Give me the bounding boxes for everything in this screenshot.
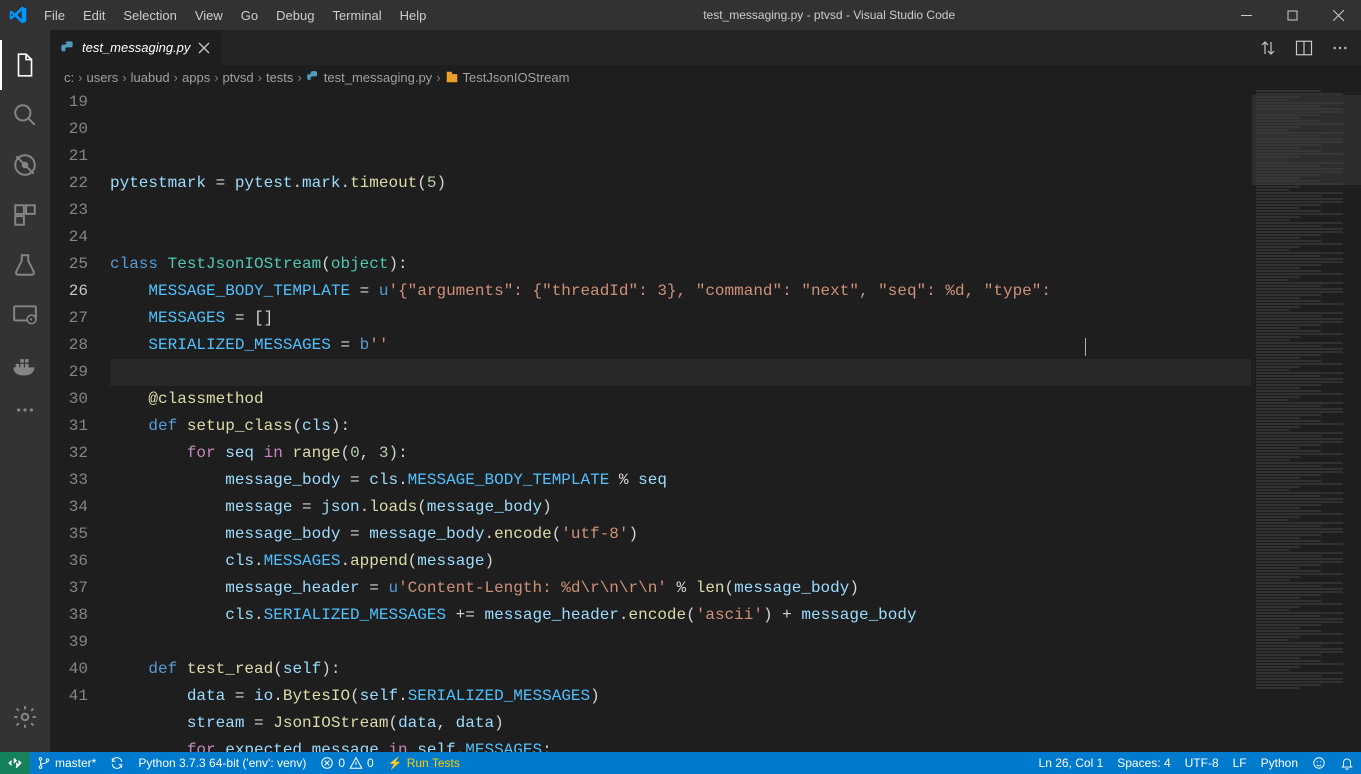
extensions-icon[interactable] <box>0 190 50 240</box>
more-actions-icon[interactable] <box>1331 39 1349 57</box>
menu-file[interactable]: File <box>35 0 74 30</box>
split-editor-icon[interactable] <box>1295 39 1313 57</box>
code-line[interactable]: MESSAGE_BODY_TEMPLATE = u'{"arguments": … <box>110 278 1251 305</box>
line-number-gutter: 1920212223242526272829303132333435363738… <box>50 89 110 752</box>
app-logo <box>0 6 35 24</box>
settings-icon[interactable] <box>0 692 50 742</box>
code-line[interactable]: stream = JsonIOStream(data, data) <box>110 710 1251 737</box>
test-icon[interactable] <box>0 240 50 290</box>
more-icon[interactable] <box>0 390 50 430</box>
code-line[interactable]: class TestJsonIOStream(object): <box>110 251 1251 278</box>
code-line[interactable] <box>110 629 1251 656</box>
remote-explorer-icon[interactable] <box>0 290 50 340</box>
breadcrumb-item[interactable]: TestJsonIOStream <box>445 70 570 85</box>
maximize-button[interactable] <box>1269 0 1315 30</box>
git-branch[interactable]: master* <box>30 752 103 774</box>
cursor-position[interactable]: Ln 26, Col 1 <box>1032 752 1111 774</box>
breadcrumb-item[interactable]: tests <box>266 70 293 85</box>
tab-label: test_messaging.py <box>82 40 190 55</box>
code-line[interactable] <box>110 197 1251 224</box>
menu-bar: File Edit Selection View Go Debug Termin… <box>35 0 435 30</box>
breadcrumb-item[interactable]: test_messaging.py <box>306 70 432 85</box>
language-mode[interactable]: Python <box>1254 752 1305 774</box>
activity-bar <box>0 30 50 752</box>
encoding[interactable]: UTF-8 <box>1178 752 1226 774</box>
indentation[interactable]: Spaces: 4 <box>1110 752 1177 774</box>
editor-area: test_messaging.py c:› users› luabu <box>50 30 1361 752</box>
explorer-icon[interactable] <box>0 40 50 90</box>
code-line[interactable]: message_body = message_body.encode('utf-… <box>110 521 1251 548</box>
menu-edit[interactable]: Edit <box>74 0 114 30</box>
code-line[interactable]: data = io.BytesIO(self.SERIALIZED_MESSAG… <box>110 683 1251 710</box>
code-editor[interactable]: pytestmark = pytest.mark.timeout(5) class… <box>110 89 1251 752</box>
code-line[interactable]: message_header = u'Content-Length: %d\r\… <box>110 575 1251 602</box>
code-line[interactable] <box>110 359 1251 386</box>
code-line[interactable]: message = json.loads(message_body) <box>110 494 1251 521</box>
menu-terminal[interactable]: Terminal <box>323 0 390 30</box>
search-icon[interactable] <box>0 90 50 140</box>
breadcrumb[interactable]: c:› users› luabud› apps› ptvsd› tests› t… <box>50 65 1361 89</box>
feedback-icon[interactable] <box>1305 752 1333 774</box>
minimap[interactable] <box>1251 89 1361 752</box>
eol[interactable]: LF <box>1226 752 1254 774</box>
code-line[interactable]: MESSAGES = [] <box>110 305 1251 332</box>
editor-scroll[interactable]: 1920212223242526272829303132333435363738… <box>50 89 1361 752</box>
window-controls <box>1223 0 1361 30</box>
titlebar: File Edit Selection View Go Debug Termin… <box>0 0 1361 30</box>
window-title: test_messaging.py - ptvsd - Visual Studi… <box>435 8 1223 22</box>
code-line[interactable]: for expected_message in self.MESSAGES: <box>110 737 1251 752</box>
code-line[interactable] <box>110 224 1251 251</box>
code-line[interactable]: def test_read(self): <box>110 656 1251 683</box>
sync-button[interactable] <box>103 752 131 774</box>
code-line[interactable]: cls.SERIALIZED_MESSAGES += message_heade… <box>110 602 1251 629</box>
breadcrumb-item[interactable]: apps <box>182 70 210 85</box>
breadcrumb-item[interactable]: users <box>86 70 118 85</box>
code-line[interactable]: def setup_class(cls): <box>110 413 1251 440</box>
code-line[interactable]: @classmethod <box>110 386 1251 413</box>
run-tests-button[interactable]: ⚡ Run Tests <box>381 752 467 774</box>
editor-actions <box>1259 30 1361 65</box>
tab-close-icon[interactable] <box>196 40 212 56</box>
notifications-icon[interactable] <box>1333 752 1361 774</box>
code-line[interactable]: pytestmark = pytest.mark.timeout(5) <box>110 170 1251 197</box>
debug-icon[interactable] <box>0 140 50 190</box>
status-bar: master* Python 3.7.3 64-bit ('env': venv… <box>0 752 1361 774</box>
docker-icon[interactable] <box>0 340 50 390</box>
python-file-icon <box>60 40 76 56</box>
code-line[interactable]: cls.MESSAGES.append(message) <box>110 548 1251 575</box>
breadcrumb-item[interactable]: ptvsd <box>223 70 254 85</box>
branch-name: master* <box>55 756 96 770</box>
breadcrumb-item[interactable]: c: <box>64 70 74 85</box>
menu-debug[interactable]: Debug <box>267 0 323 30</box>
tab-bar: test_messaging.py <box>50 30 1361 65</box>
menu-view[interactable]: View <box>186 0 232 30</box>
menu-go[interactable]: Go <box>232 0 267 30</box>
menu-selection[interactable]: Selection <box>114 0 185 30</box>
tab-test-messaging[interactable]: test_messaging.py <box>50 30 223 65</box>
problems-indicator[interactable]: 0 0 <box>313 752 380 774</box>
breadcrumb-item[interactable]: luabud <box>131 70 170 85</box>
code-line[interactable]: SERIALIZED_MESSAGES = b'' <box>110 332 1251 359</box>
minimize-button[interactable] <box>1223 0 1269 30</box>
code-line[interactable]: message_body = cls.MESSAGE_BODY_TEMPLATE… <box>110 467 1251 494</box>
compare-icon[interactable] <box>1259 39 1277 57</box>
python-interpreter[interactable]: Python 3.7.3 64-bit ('env': venv) <box>131 752 313 774</box>
menu-help[interactable]: Help <box>391 0 436 30</box>
remote-indicator[interactable] <box>0 752 30 774</box>
code-line[interactable]: for seq in range(0, 3): <box>110 440 1251 467</box>
close-button[interactable] <box>1315 0 1361 30</box>
